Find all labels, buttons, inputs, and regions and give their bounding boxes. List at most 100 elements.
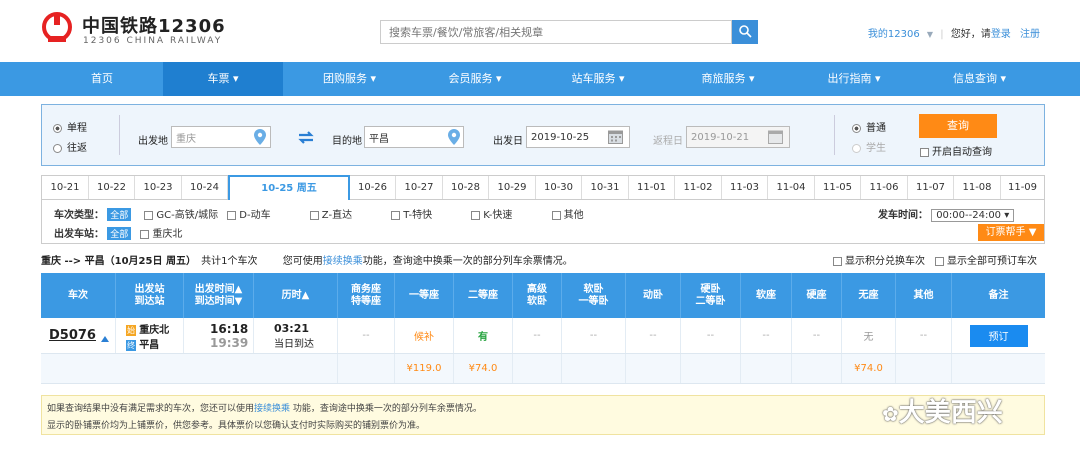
depart-time-value: 00:00--24:00: [936, 210, 1002, 221]
depart-time-select[interactable]: 00:00--24:00 ▾: [931, 209, 1015, 222]
remarks-cell: 预订: [952, 318, 1045, 353]
china-railway-logo-icon[interactable]: [40, 12, 74, 46]
nav-business-service[interactable]: 商旅服务 ▾: [662, 62, 794, 96]
nav-info-query[interactable]: 信息查询 ▾: [914, 62, 1045, 96]
filter-other-label: 其他: [563, 210, 584, 221]
radio-selected-icon: [852, 123, 861, 133]
checkbox-icon: [391, 210, 401, 220]
checkbox-icon: [471, 210, 481, 220]
date-tab[interactable]: 10-22: [89, 176, 135, 199]
checkbox-icon: [140, 229, 150, 239]
filter-other[interactable]: 其他: [551, 210, 584, 221]
passenger-normal-label: 普通: [866, 123, 886, 134]
depart-time-filter: 发车时间： 00:00--24:00 ▾: [878, 206, 1015, 222]
swap-stations-icon[interactable]: [298, 131, 314, 144]
notice-transfer-link[interactable]: 接续换乘: [254, 404, 290, 414]
date-tab[interactable]: 11-01: [629, 176, 675, 199]
date-tab[interactable]: 10-29: [489, 176, 536, 199]
nav-member-service[interactable]: 会员服务 ▾: [416, 62, 534, 96]
checkbox-icon: [935, 256, 944, 266]
nav-travel-guide[interactable]: 出行指南 ▾: [794, 62, 914, 96]
col-first-class: 一等座: [395, 273, 454, 318]
round-trip-radio[interactable]: 往返: [53, 139, 87, 154]
calendar-icon[interactable]: [768, 129, 783, 144]
filter-t[interactable]: T-特快: [391, 210, 432, 221]
origin-station: 始 重庆北: [126, 321, 169, 336]
train-number-cell: D5076: [41, 318, 116, 353]
date-tabs: 10-21 10-22 10-23 10-24 10-25 周五 10-26 1…: [41, 175, 1045, 200]
col-business-seat: 商务座 特等座: [338, 273, 395, 318]
filter-d[interactable]: D-动车: [227, 210, 271, 221]
caret-up-icon[interactable]: [100, 335, 109, 342]
show-bookable-checkbox[interactable]: 显示全部可预订车次: [935, 252, 1037, 267]
booking-helper-button[interactable]: 订票帮手 ▼: [978, 224, 1044, 241]
date-tab[interactable]: 11-08: [954, 176, 1001, 199]
transfer-link[interactable]: 接续换乘: [323, 256, 363, 267]
station-all-button[interactable]: 全部: [107, 227, 132, 240]
date-tab[interactable]: 11-07: [908, 176, 954, 199]
date-tab[interactable]: 10-28: [443, 176, 489, 199]
calendar-icon[interactable]: [608, 129, 623, 144]
date-tab[interactable]: 10-21: [42, 176, 89, 199]
nav-group-service[interactable]: 团购服务 ▾: [283, 62, 416, 96]
result-summary: 重庆 --> 平昌（10月25日 周五） 共计1个车次 您可使用接续换乘功能，查…: [41, 252, 1045, 267]
passenger-normal-radio[interactable]: 普通: [852, 119, 886, 134]
passenger-student-radio[interactable]: 学生: [852, 139, 886, 154]
nav-home[interactable]: 首页: [41, 62, 163, 96]
col-times[interactable]: 出发时间▲ 到达时间▼: [184, 273, 254, 318]
first-class-waitlist[interactable]: 候补: [395, 318, 454, 353]
query-button[interactable]: 查询: [919, 114, 997, 138]
train-count: 共计1个车次: [201, 256, 258, 267]
date-tab[interactable]: 10-24: [182, 176, 228, 199]
one-way-radio[interactable]: 单程: [53, 119, 87, 134]
date-tab[interactable]: 11-05: [815, 176, 861, 199]
second-class-availability[interactable]: 有: [454, 318, 513, 353]
price-empty: [562, 354, 626, 383]
train-number-link[interactable]: D5076: [49, 328, 96, 343]
date-tab-selected[interactable]: 10-25 周五: [228, 175, 350, 200]
filter-station-chongqingbei[interactable]: 重庆北: [140, 229, 182, 240]
date-tab[interactable]: 10-26: [350, 176, 396, 199]
login-link[interactable]: 登录: [991, 29, 1011, 40]
date-tab[interactable]: 10-31: [582, 176, 629, 199]
filter-k-label: K-快速: [483, 210, 513, 221]
ticket-search-panel: 单程 往返 出发地 目的地 出发日 返程日 普通 学生 查询 开启自动查询: [41, 104, 1045, 166]
filter-gc[interactable]: GC-高铁/城际: [144, 210, 218, 221]
checkbox-icon: [551, 210, 561, 220]
moving-sleeper-cell: --: [626, 318, 681, 353]
auto-query-checkbox[interactable]: 开启自动查询: [920, 143, 992, 158]
date-tab[interactable]: 10-27: [396, 176, 443, 199]
date-tab[interactable]: 11-06: [861, 176, 908, 199]
transfer-hint: 您可使用接续换乘功能，查询途中换乘一次的部分列车余票情况。: [283, 256, 573, 267]
train-type-all-button[interactable]: 全部: [107, 208, 132, 221]
date-tab[interactable]: 11-03: [722, 176, 768, 199]
date-tab[interactable]: 10-23: [135, 176, 182, 199]
my-12306-link[interactable]: 我的12306: [868, 29, 920, 40]
book-button[interactable]: 预订: [969, 324, 1028, 347]
filter-panel: 车次类型： 全部 GC-高铁/城际 D-动车 Z-直达 T-特快 K-快速 其他…: [41, 200, 1045, 244]
filter-z[interactable]: Z-直达: [309, 210, 352, 221]
checkbox-icon: [309, 210, 319, 220]
watermark-text: 大美西兴: [898, 398, 1003, 428]
nav-tickets[interactable]: 车票 ▾: [163, 62, 283, 96]
show-points-trains-checkbox[interactable]: 显示积分兑换车次: [833, 252, 925, 267]
register-link[interactable]: 注册: [1020, 29, 1040, 40]
results-table-header: 车次 出发站 到达站 出发时间▲ 到达时间▼ 历时▲ 商务座 特等座 一等座 二…: [41, 273, 1045, 318]
date-tab[interactable]: 11-02: [675, 176, 722, 199]
duration-value: 03:21: [274, 321, 310, 335]
col-stations[interactable]: 出发站 到达站: [116, 273, 184, 318]
filter-k[interactable]: K-快速: [471, 210, 512, 221]
date-tab[interactable]: 11-09: [1001, 176, 1044, 199]
notice-text: 功能，查询途中换乘一次的部分列车余票情况。: [290, 404, 482, 414]
search-button[interactable]: [732, 20, 758, 44]
depart-time-label: 发车时间：: [878, 210, 928, 221]
col-duration[interactable]: 历时▲: [254, 273, 338, 318]
chevron-down-icon[interactable]: ▼: [927, 30, 933, 39]
price-row: ¥119.0 ¥74.0 ¥74.0: [41, 354, 1045, 384]
site-search-input[interactable]: [380, 20, 732, 44]
nav-station-service[interactable]: 站车服务 ▾: [534, 62, 662, 96]
date-tab[interactable]: 10-30: [536, 176, 582, 199]
arrival-day-note: 当日到达: [274, 338, 314, 350]
col-remarks: 备注: [988, 289, 1009, 301]
date-tab[interactable]: 11-04: [768, 176, 815, 199]
